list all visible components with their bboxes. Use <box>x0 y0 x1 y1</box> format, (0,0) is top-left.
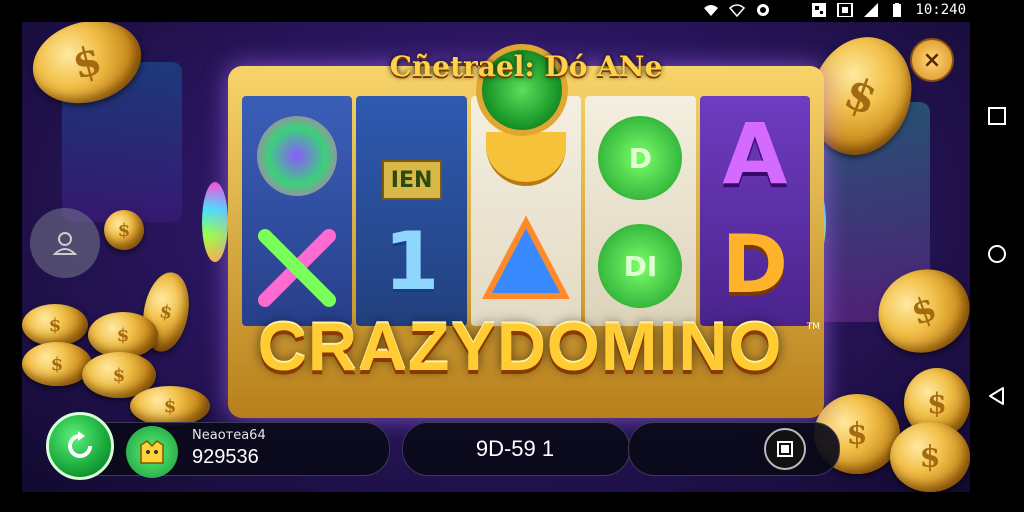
wifi-calling-icon <box>729 4 746 17</box>
slot-machine-frame: IEN 1 D DI A D Cñetrael: Dó ANe CRAZYDOM… <box>228 44 824 418</box>
bet-value: 9D-59 1 <box>475 436 555 461</box>
refresh-icon <box>68 431 92 458</box>
user-icon <box>52 232 78 255</box>
stop-button[interactable] <box>764 428 806 470</box>
coin-icon: $ <box>104 210 144 250</box>
navigation-bar <box>970 22 1024 512</box>
reel-1[interactable] <box>242 96 353 326</box>
back-triangle-icon[interactable] <box>987 386 1007 406</box>
balance-label: Nеаотеа64 <box>192 428 266 443</box>
close-button[interactable]: × <box>910 38 954 82</box>
game-title-banner: Cñetrael: Dó ANe <box>389 50 663 83</box>
bottom-bar: Nеаотеа64 929536 9D-59 1 <box>22 412 970 492</box>
stop-square-icon <box>777 441 793 457</box>
coin-icon: $ <box>22 304 88 346</box>
balance-value: 929536 <box>192 446 259 468</box>
spin-button[interactable] <box>46 412 114 480</box>
reel-2[interactable]: IEN 1 <box>356 96 467 326</box>
symbol-a: A <box>722 105 788 203</box>
signal-icon <box>864 3 879 17</box>
coin-icon: $ <box>88 312 158 358</box>
game-logo: CRAZYDOMINO <box>257 309 783 385</box>
nfc-icon <box>837 3 854 17</box>
triangle-symbol-icon <box>481 216 571 306</box>
side-menu-button[interactable] <box>30 208 100 278</box>
game-viewport[interactable]: $ $ $ $ $ $ $ $ $ $ $ $ $ IEN 1 D DI A D… <box>22 22 970 492</box>
sync-icon <box>757 4 770 16</box>
wheel-symbol-icon <box>257 116 338 196</box>
player-avatar-icon <box>140 440 164 464</box>
feather-decoration <box>202 182 228 262</box>
qr-icon <box>812 3 827 17</box>
coin-icon: $ <box>22 342 92 386</box>
symbol-ien: IEN <box>381 160 442 200</box>
recents-square-icon[interactable] <box>987 106 1007 126</box>
status-bar: 10:240 <box>0 0 1024 22</box>
reel-4[interactable]: D DI <box>585 96 696 326</box>
crossed-swords-icon <box>255 226 339 310</box>
right-panel <box>628 422 840 476</box>
symbol-d: D <box>598 116 683 200</box>
coin-icon: $ <box>130 386 210 426</box>
trademark-mark: TM <box>806 322 820 332</box>
symbol-di: DI <box>598 224 683 308</box>
symbol-d: D <box>721 217 789 311</box>
symbol-one: 1 <box>383 214 440 308</box>
avatar[interactable] <box>126 426 178 478</box>
banana-symbol-icon <box>486 132 567 186</box>
battery-icon <box>893 3 902 17</box>
home-circle-icon[interactable] <box>987 244 1007 264</box>
status-time: 10:240 <box>915 2 966 18</box>
reel-5[interactable]: A D <box>699 96 811 326</box>
wifi-icon <box>704 5 719 16</box>
